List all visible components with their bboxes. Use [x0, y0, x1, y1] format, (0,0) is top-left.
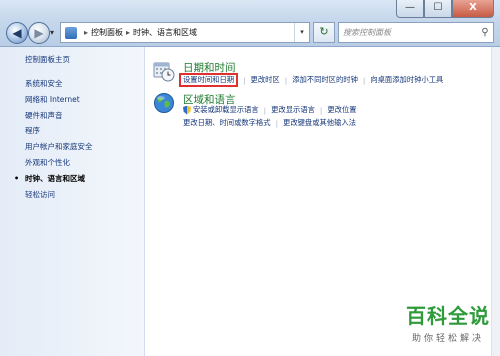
link-separator: |: [319, 105, 323, 115]
close-button[interactable]: X: [452, 0, 494, 18]
link-separator: |: [362, 75, 366, 85]
change-keyboard-link[interactable]: 更改键盘或其他输入法: [283, 118, 356, 128]
control-panel-icon: [65, 26, 77, 39]
vertical-scrollbar[interactable]: [491, 47, 500, 356]
refresh-icon: ↻: [319, 25, 329, 38]
sidebar-item-clock-language-region: • 时钟、语言和区域: [14, 171, 93, 187]
change-time-zone-link[interactable]: 更改时区: [251, 75, 280, 85]
search-box[interactable]: 搜索控制面板 ⚲: [338, 22, 494, 43]
refresh-button[interactable]: ↻: [313, 22, 335, 43]
control-panel-window: — ☐ X ◀ ▶ ▾ ▸ 控制面板 ▸ 时钟、语言和区域 ▾ ↻ 搜索控制面板…: [0, 0, 500, 356]
current-item-bullet-icon: •: [14, 173, 20, 183]
uac-shield-icon: [183, 105, 191, 115]
forward-button[interactable]: ▶: [28, 22, 50, 44]
change-location-link[interactable]: 更改位置: [327, 105, 356, 115]
change-display-language-link[interactable]: 更改显示语言: [271, 105, 315, 115]
address-bar[interactable]: ▸ 控制面板 ▸ 时钟、语言和区域 ▾: [60, 22, 310, 43]
change-date-time-format-link[interactable]: 更改日期、时间或数字格式: [183, 118, 271, 128]
link-separator: |: [263, 105, 267, 115]
breadcrumb-clock-language-region[interactable]: 时钟、语言和区域: [133, 27, 197, 38]
sidebar-item-hardware-sound[interactable]: 硬件和声音: [25, 108, 93, 124]
sidebar: 控制面板主页 系统和安全 网络和 Internet 硬件和声音 程序 用户帐户和…: [0, 47, 145, 356]
recent-pages-dropdown-icon[interactable]: ▾: [50, 28, 54, 37]
watermark-title: 百科全说: [406, 304, 490, 328]
title-bar: — ☐ X ◀ ▶ ▾ ▸ 控制面板 ▸ 时钟、语言和区域 ▾ ↻ 搜索控制面板…: [0, 0, 500, 47]
install-display-language-link[interactable]: 安装或卸载显示语言: [193, 105, 259, 115]
watermark: 百科全说 助你轻松解决: [406, 300, 490, 344]
link-separator: |: [243, 75, 246, 85]
search-icon[interactable]: ⚲: [477, 27, 493, 38]
sidebar-home-link[interactable]: 控制面板主页: [25, 54, 70, 65]
category-region-language: 区域和语言 安装或卸载显示语言 | 更改显示语言 | 更改位置 更改日期、时间或…: [153, 92, 493, 132]
sidebar-item-programs[interactable]: 程序: [25, 123, 93, 139]
address-dropdown-icon[interactable]: ▾: [294, 23, 309, 42]
breadcrumb-separator-icon[interactable]: ▸: [126, 28, 130, 37]
link-separator: |: [284, 75, 288, 85]
back-arrow-icon: ◀: [12, 26, 22, 40]
calendar-clock-icon[interactable]: [153, 60, 175, 82]
sidebar-item-system-security[interactable]: 系统和安全: [25, 76, 93, 92]
sidebar-item-label: 时钟、语言和区域: [25, 173, 85, 183]
maximize-button[interactable]: ☐: [424, 0, 452, 18]
date-time-links: 设置时间和日期 | 更改时区 | 添加不同时区的时钟 | 向桌面添加时钟小工具: [179, 73, 443, 87]
breadcrumb-separator-icon[interactable]: ▸: [84, 28, 88, 37]
sidebar-item-user-accounts[interactable]: 用户帐户和家庭安全: [25, 139, 93, 155]
add-clock-gadget-link[interactable]: 向桌面添加时钟小工具: [370, 75, 443, 85]
breadcrumb-control-panel[interactable]: 控制面板: [91, 27, 123, 38]
watermark-subtitle: 助你轻松解决: [411, 334, 484, 344]
region-language-links-row1: 安装或卸载显示语言 | 更改显示语言 | 更改位置: [183, 105, 357, 115]
add-clocks-link[interactable]: 添加不同时区的时钟: [292, 75, 358, 85]
link-separator: |: [275, 118, 279, 128]
sidebar-item-ease-of-access[interactable]: 轻松访问: [25, 187, 93, 203]
sidebar-item-network-internet[interactable]: 网络和 Internet: [25, 92, 93, 108]
set-time-date-link[interactable]: 设置时间和日期: [179, 73, 239, 87]
window-controls: — ☐ X: [396, 0, 494, 18]
sidebar-item-appearance[interactable]: 外观和个性化: [25, 155, 93, 171]
minimize-button[interactable]: —: [396, 0, 424, 18]
globe-icon[interactable]: [153, 92, 175, 114]
back-button[interactable]: ◀: [6, 22, 28, 44]
forward-arrow-icon: ▶: [34, 26, 44, 40]
sidebar-category-list: 系统和安全 网络和 Internet 硬件和声音 程序 用户帐户和家庭安全 外观…: [14, 76, 93, 203]
search-input[interactable]: 搜索控制面板: [339, 27, 477, 38]
region-language-links-row2: 更改日期、时间或数字格式 | 更改键盘或其他输入法: [183, 118, 356, 128]
